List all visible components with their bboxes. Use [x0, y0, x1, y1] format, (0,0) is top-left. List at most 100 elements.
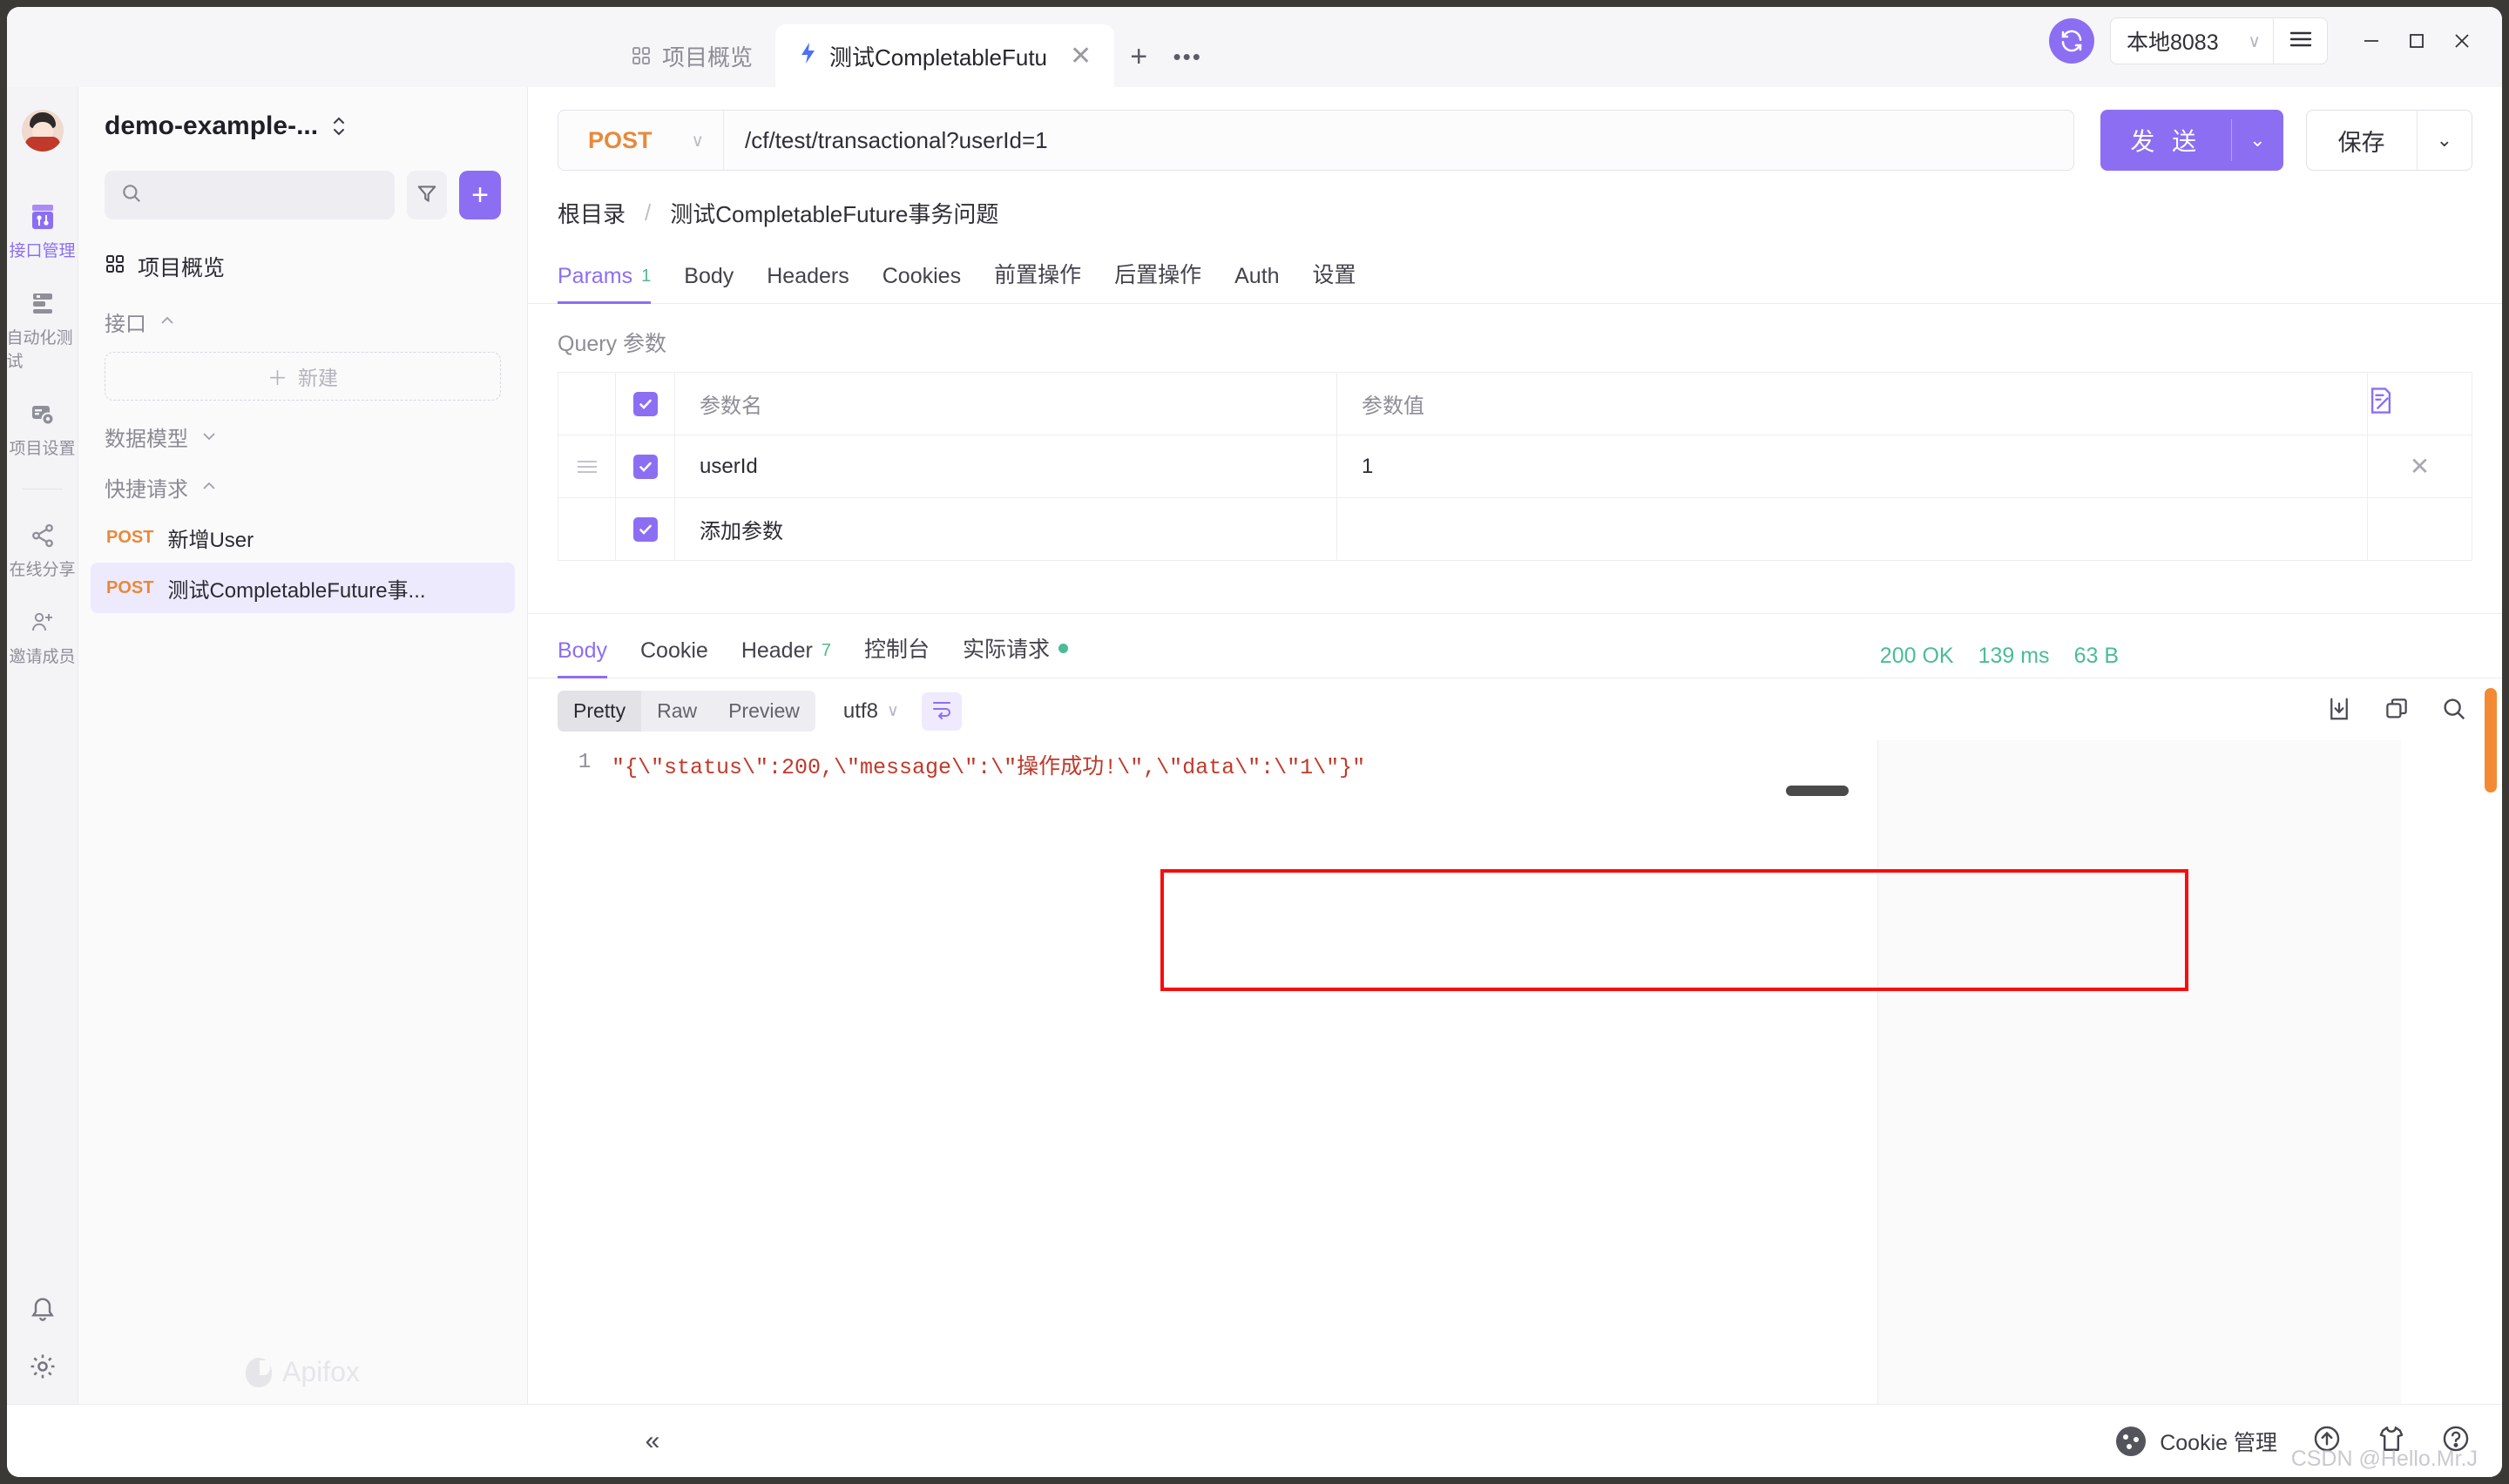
encoding-select[interactable]: utf8 ∨ [843, 699, 899, 724]
code-line: 1 "{\"status\":200,\"message\":\"操作成功!\"… [558, 740, 1877, 780]
chevron-down-icon [200, 428, 218, 446]
chevron-down-icon[interactable]: ⌄ [2232, 129, 2282, 152]
tab-pre-operation[interactable]: 前置操作 [994, 258, 1081, 304]
send-button[interactable]: 发 送 ⌄ [2100, 110, 2283, 171]
add-param-placeholder[interactable]: 添加参数 [674, 497, 1337, 561]
collapse-sidebar-button[interactable]: « [617, 1427, 688, 1456]
tab-headers[interactable]: Headers [767, 264, 849, 304]
tab-post-operation[interactable]: 后置操作 [1114, 258, 1201, 304]
response-code-editor[interactable]: 1 "{\"status\":200,\"message\":\"操作成功!\"… [558, 740, 1878, 1404]
chevron-down-icon[interactable]: ⌄ [2418, 129, 2472, 152]
tree-item-project-overview[interactable]: 项目概览 [78, 237, 527, 296]
view-mode-pretty[interactable]: Pretty [558, 691, 642, 732]
tree-group-interfaces[interactable]: 接口 [78, 296, 527, 347]
http-method-select[interactable]: POST ∨ [558, 111, 724, 170]
code-horizontal-scrollbar[interactable] [612, 786, 1849, 796]
notification-bell-icon[interactable] [28, 1292, 57, 1322]
filter-button[interactable] [406, 171, 447, 219]
search-input[interactable] [105, 171, 395, 219]
environment-value: 本地8083 [2127, 30, 2219, 55]
minimize-button[interactable] [2350, 20, 2392, 62]
maximize-button[interactable] [2396, 20, 2438, 62]
line-number: 1 [578, 751, 592, 774]
row-checkbox[interactable] [632, 454, 658, 479]
remove-row-icon[interactable]: ✕ [2368, 452, 2472, 481]
status-bar: « Cookie 管理 CSDN @Hello.Mr.J [7, 1404, 2502, 1477]
shirt-icon[interactable] [2377, 1424, 2406, 1458]
environment-select[interactable]: 本地8083 ∨ [2110, 17, 2274, 64]
param-value-cell[interactable] [1336, 497, 2368, 561]
settings-project-icon [28, 400, 57, 429]
word-wrap-button[interactable] [921, 691, 962, 731]
view-mode-preview[interactable]: Preview [713, 691, 815, 732]
sidebar-item-project-settings[interactable]: 项目设置 [7, 388, 78, 475]
request-main-panel: POST ∨ 发 送 ⌄ 保存 ⌄ 根目录 / [528, 87, 2502, 1404]
row-remove-cell [2367, 497, 2472, 561]
avatar[interactable] [21, 110, 64, 152]
close-window-button[interactable] [2441, 20, 2483, 62]
list-item[interactable]: POST 测试CompletableFuture事... [91, 563, 515, 613]
menu-button[interactable] [2274, 17, 2328, 64]
tab-body[interactable]: Body [684, 264, 734, 304]
copy-icon[interactable] [2384, 696, 2410, 726]
search-icon [120, 182, 143, 209]
add-button[interactable]: + [459, 171, 501, 219]
create-new-button[interactable]: ＋ 新建 [105, 352, 501, 401]
query-params-title: Query 参数 [558, 332, 667, 356]
drag-handle-icon[interactable] [558, 460, 615, 473]
tab-label: Headers [767, 264, 849, 288]
response-tab-body[interactable]: Body [558, 638, 607, 678]
tree-group-data-models[interactable]: 数据模型 [78, 411, 527, 462]
response-tabs: Body Cookie Header 7 控制台 实际请求 [558, 631, 1068, 678]
automation-icon [28, 289, 57, 319]
param-name-cell[interactable]: userId [674, 435, 1337, 498]
param-value-cell[interactable]: 1 [1336, 435, 2368, 498]
project-switch-icon[interactable] [330, 111, 348, 141]
tab-cookies[interactable]: Cookies [883, 264, 961, 304]
api-icon [28, 202, 57, 232]
search-field[interactable] [153, 183, 379, 207]
row-checkbox[interactable] [632, 516, 658, 542]
tab-more-button[interactable]: ••• [1163, 26, 1212, 87]
response-tab-cookie[interactable]: Cookie [640, 638, 708, 678]
response-tab-actual-request[interactable]: 实际请求 [963, 632, 1068, 678]
table-header-row: 参数名 参数值 [558, 372, 2472, 435]
sidebar-item-invite-member[interactable]: 邀请成员 [7, 596, 78, 683]
response-tab-console[interactable]: 控制台 [864, 632, 930, 678]
download-icon[interactable] [2326, 696, 2352, 726]
response-tabs-row: Body Cookie Header 7 控制台 实际请求 200 OK 139… [528, 614, 2502, 678]
help-icon[interactable] [2441, 1424, 2471, 1458]
list-item[interactable]: POST 新增User [91, 512, 515, 563]
grid-icon [631, 45, 652, 66]
close-icon[interactable]: ✕ [1070, 41, 1092, 71]
tab-test-completablefuture[interactable]: 测试CompletableFutu ✕ [775, 24, 1115, 87]
tab-params[interactable]: Params 1 [558, 264, 652, 304]
tab-settings[interactable]: 设置 [1313, 258, 1356, 304]
save-button[interactable]: 保存 ⌄ [2305, 110, 2472, 171]
breadcrumb-current[interactable]: 测试CompletableFuture事务问题 [670, 197, 998, 229]
breadcrumb-root[interactable]: 根目录 [558, 197, 626, 229]
new-tab-button[interactable]: + [1114, 26, 1163, 87]
cookie-manager-button[interactable]: Cookie 管理 [2116, 1426, 2277, 1457]
tab-label: 实际请求 [962, 637, 1050, 662]
modified-dot-icon [1058, 643, 1068, 653]
url-input[interactable] [724, 126, 2074, 154]
view-mode-raw[interactable]: Raw [641, 691, 713, 732]
tree-group-quick-requests[interactable]: 快捷请求 [78, 462, 527, 512]
bulk-edit-icon[interactable] [2368, 388, 2394, 420]
sidebar-item-label: 接口管理 [9, 242, 76, 260]
search-icon[interactable] [2441, 696, 2467, 726]
tab-auth[interactable]: Auth [1234, 264, 1279, 304]
sidebar-item-automation-test[interactable]: 自动化测试 [7, 277, 78, 388]
application-window: 项目概览 测试CompletableFutu ✕ + ••• 本地8083 ∨ … [7, 7, 2502, 1477]
sidebar-item-online-share[interactable]: 在线分享 [7, 509, 78, 596]
sidebar-item-api-management[interactable]: 接口管理 [7, 190, 78, 277]
select-all-checkbox[interactable] [632, 391, 658, 416]
tab-project-overview[interactable]: 项目概览 [608, 24, 775, 87]
title-bar: 项目概览 测试CompletableFutu ✕ + ••• 本地8083 ∨ [7, 7, 2502, 87]
gear-icon[interactable] [28, 1352, 57, 1381]
response-tab-header[interactable]: Header 7 [741, 638, 831, 678]
sync-icon[interactable] [2049, 18, 2094, 64]
upload-arrow-icon[interactable] [2312, 1424, 2342, 1458]
sidebar-item-label: 在线分享 [9, 561, 76, 579]
